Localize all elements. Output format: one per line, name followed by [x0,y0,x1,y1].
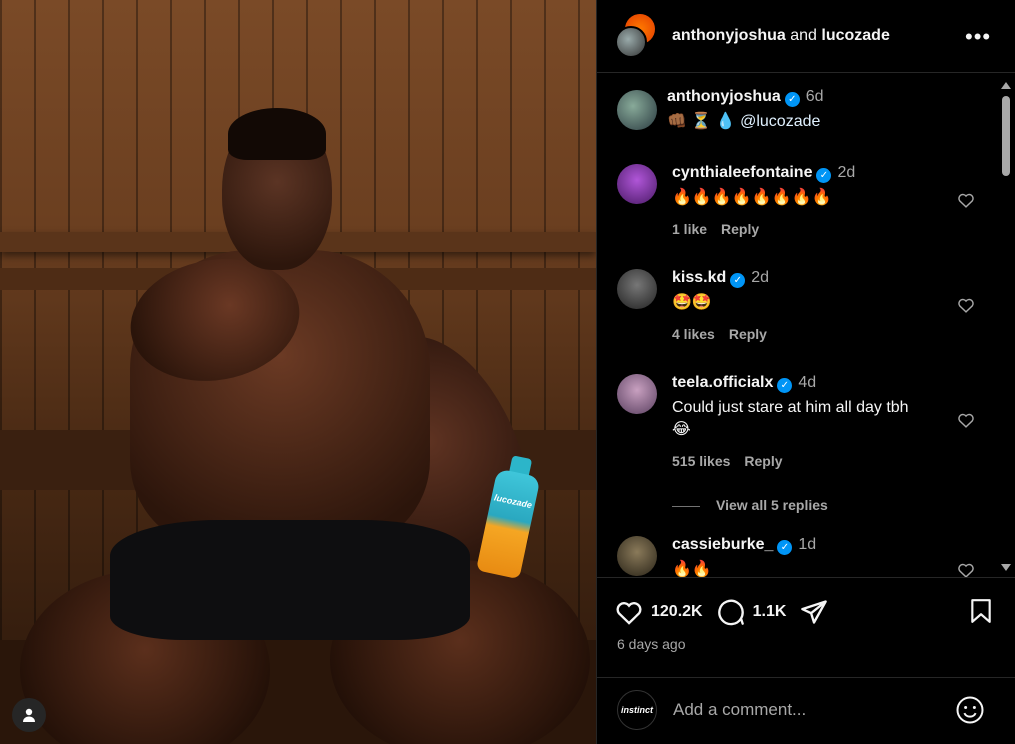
comment-text: 🔥🔥 [672,561,712,577]
caption-emoji: 👊🏾 ⏳ 💧 [667,113,736,130]
scroll-up-arrow[interactable] [1001,82,1011,89]
like-comment-heart-icon[interactable] [957,562,975,577]
like-comment-heart-icon[interactable] [957,192,975,208]
comment-username[interactable]: cassieburke_ [672,536,773,553]
comment-time: 4d [798,374,817,391]
verified-icon: ✓ [784,92,800,107]
caption-text: 👊🏾 ⏳ 💧 @lucozade [667,111,987,133]
comment-meta: 4 likes Reply [672,326,972,342]
reply-button[interactable]: Reply [744,453,782,469]
reply-button[interactable]: Reply [729,326,767,342]
reply-button[interactable]: Reply [721,221,759,237]
comment-username[interactable]: cynthialeefontaine [672,164,812,181]
comments-list: anthonyjoshua ✓ 6d 👊🏾 ⏳ 💧 @lucozade cynthi… [597,74,1015,577]
comment-username[interactable]: kiss.kd [672,269,726,286]
comment-text: Could just stare at him all day tbh [672,399,909,416]
share-icon[interactable] [800,599,828,625]
author-link[interactable]: anthonyjoshua [672,27,786,44]
comments-scrollbar[interactable] [999,80,1013,576]
comment-meta: 1 like Reply [672,221,972,237]
comment-time: 2d [837,164,856,181]
scroll-down-arrow[interactable] [1001,564,1011,571]
emoji-icon[interactable] [955,695,985,725]
more-options-button[interactable]: ••• [965,24,991,50]
comment-text: 🤩🤩 [672,294,712,311]
comment-time: 1d [798,536,817,553]
comment-input[interactable]: Add a comment... [673,700,806,720]
like-comment-heart-icon[interactable] [957,297,975,313]
post-authors: anthonyjoshua and lucozade [672,27,890,45]
post-detail-panel: anthonyjoshua and lucozade ••• anthonyjo… [596,0,1015,744]
avatar[interactable] [617,90,657,130]
user-icon [23,708,35,722]
author-connector: and [790,27,817,44]
figure-hair [228,108,326,160]
post-date: 6 days ago [617,636,686,652]
likes-count[interactable]: 4 likes [672,326,715,342]
like-comment-heart-icon[interactable] [957,412,975,428]
verified-icon: ✓ [730,273,746,288]
current-user-avatar: instinct [617,690,657,730]
comment-text-line2: 😂 [672,421,691,438]
author-avatars[interactable] [615,14,659,58]
add-comment-bar: instinct Add a comment... [597,677,1015,744]
comment-meta: 515 likes Reply [672,453,972,469]
bookmark-icon[interactable] [969,598,993,624]
likes-count[interactable]: 1 like [672,221,707,237]
comment-username[interactable]: teela.officialx [672,374,773,391]
verified-icon: ✓ [777,378,793,393]
avatar[interactable] [617,164,657,204]
verified-icon: ✓ [816,168,832,183]
comment-icon[interactable] [717,598,745,626]
figure-shorts [110,520,470,640]
avatar[interactable] [617,536,657,576]
comment-count[interactable]: 1.1K [753,603,787,621]
view-replies-button[interactable]: View all 5 replies [672,497,828,513]
post-header: anthonyjoshua and lucozade ••• [597,0,1015,73]
like-heart-icon[interactable] [615,599,643,625]
caption-time: 6d [805,88,824,105]
coauthor-link[interactable]: lucozade [821,27,889,44]
view-replies-label: View all 5 replies [716,497,828,513]
post-media[interactable]: lucozade [0,0,596,744]
comment-time: 2d [751,269,770,286]
caption-username[interactable]: anthonyjoshua [667,88,781,105]
avatar[interactable] [617,374,657,414]
comment-text: 🔥🔥🔥🔥🔥🔥🔥🔥 [672,189,832,206]
tagged-users-button[interactable] [12,698,46,732]
mention-link[interactable]: @lucozade [740,113,820,130]
avatar[interactable] [617,269,657,309]
likes-count[interactable]: 515 likes [672,453,730,469]
post-actions: 120.2K 1.1K 6 days ago [597,577,1015,677]
scroll-thumb[interactable] [1002,96,1010,176]
anthonyjoshua-avatar [615,26,647,58]
replies-divider [672,505,700,507]
verified-icon: ✓ [777,540,793,555]
like-count[interactable]: 120.2K [651,603,703,621]
